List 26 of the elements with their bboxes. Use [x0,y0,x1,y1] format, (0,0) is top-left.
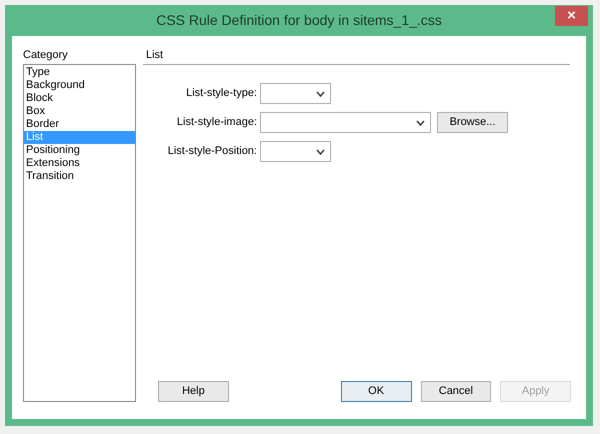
field-label: List-style-Position: [166,144,257,160]
category-label: Category [23,48,69,63]
category-item[interactable]: Block [24,92,135,105]
category-list[interactable]: Type Background Block Box Border List Positioning Extensions Transition [23,64,136,402]
dropdown[interactable] [260,83,331,104]
category-item[interactable]: Transition [24,170,135,183]
category-item[interactable]: Type [24,66,135,79]
category-item[interactable]: Background [24,79,135,92]
chevron-down-icon [416,120,425,126]
dialog-button[interactable]: Cancel [420,381,492,402]
category-item[interactable]: Positioning [24,144,135,157]
category-item[interactable]: Border [24,118,135,131]
field-label: List-style-image: [176,115,257,130]
category-item[interactable]: Box [24,105,135,118]
close-button[interactable]: × [555,6,588,26]
window-title: CSS Rule Definition for body in sitems_1_.css [156,11,442,30]
browse-button[interactable]: Browse... [437,112,508,133]
chevron-down-icon [316,148,325,154]
dropdown[interactable] [260,112,431,133]
help-button[interactable]: Help [158,381,229,402]
section-title: List [146,48,164,63]
field-label: List-style-type: [185,86,257,102]
category-item[interactable]: Extensions [24,157,135,170]
dropdown[interactable] [260,141,331,162]
ok-button[interactable]: OK [340,381,412,402]
chevron-down-icon [316,90,325,96]
